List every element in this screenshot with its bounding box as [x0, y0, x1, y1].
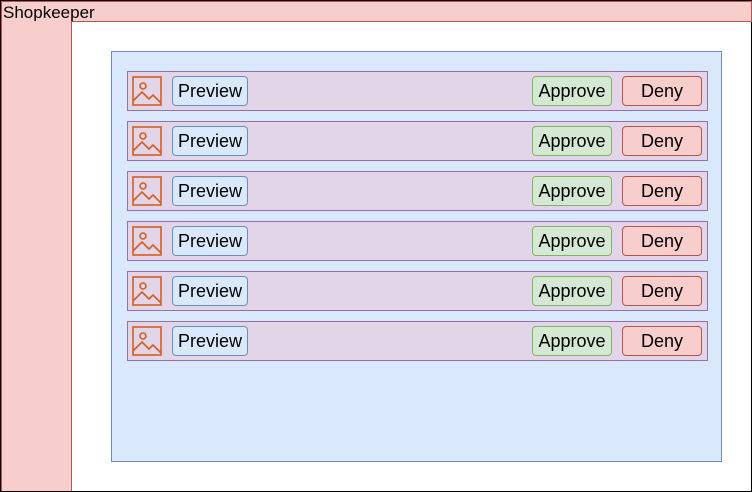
title-bar: Shopkeeper — [1, 1, 752, 22]
preview-button[interactable]: Preview — [172, 226, 248, 256]
approve-button[interactable]: Approve — [532, 276, 612, 306]
approval-list-panel: Preview Approve Deny Preview Approve Den… — [111, 51, 722, 462]
deny-button[interactable]: Deny — [622, 176, 702, 206]
deny-button[interactable]: Deny — [622, 226, 702, 256]
image-icon — [132, 326, 162, 356]
approve-button[interactable]: Approve — [532, 226, 612, 256]
deny-button[interactable]: Deny — [622, 126, 702, 156]
list-item: Preview Approve Deny — [127, 121, 708, 161]
image-icon — [132, 276, 162, 306]
list-item: Preview Approve Deny — [127, 271, 708, 311]
preview-button[interactable]: Preview — [172, 276, 248, 306]
deny-button[interactable]: Deny — [622, 76, 702, 106]
list-item: Preview Approve Deny — [127, 221, 708, 261]
list-item: Preview Approve Deny — [127, 71, 708, 111]
image-icon — [132, 126, 162, 156]
approve-button[interactable]: Approve — [532, 176, 612, 206]
approve-button[interactable]: Approve — [532, 326, 612, 356]
app-window: Shopkeeper Preview Approve Deny Preview … — [0, 0, 752, 492]
list-item: Preview Approve Deny — [127, 171, 708, 211]
deny-button[interactable]: Deny — [622, 276, 702, 306]
approve-button[interactable]: Approve — [532, 76, 612, 106]
deny-button[interactable]: Deny — [622, 326, 702, 356]
preview-button[interactable]: Preview — [172, 176, 248, 206]
preview-button[interactable]: Preview — [172, 76, 248, 106]
preview-button[interactable]: Preview — [172, 326, 248, 356]
sidebar — [1, 21, 72, 491]
image-icon — [132, 226, 162, 256]
list-item: Preview Approve Deny — [127, 321, 708, 361]
approve-button[interactable]: Approve — [532, 126, 612, 156]
image-icon — [132, 76, 162, 106]
app-title: Shopkeeper — [3, 3, 95, 22]
preview-button[interactable]: Preview — [172, 126, 248, 156]
image-icon — [132, 176, 162, 206]
